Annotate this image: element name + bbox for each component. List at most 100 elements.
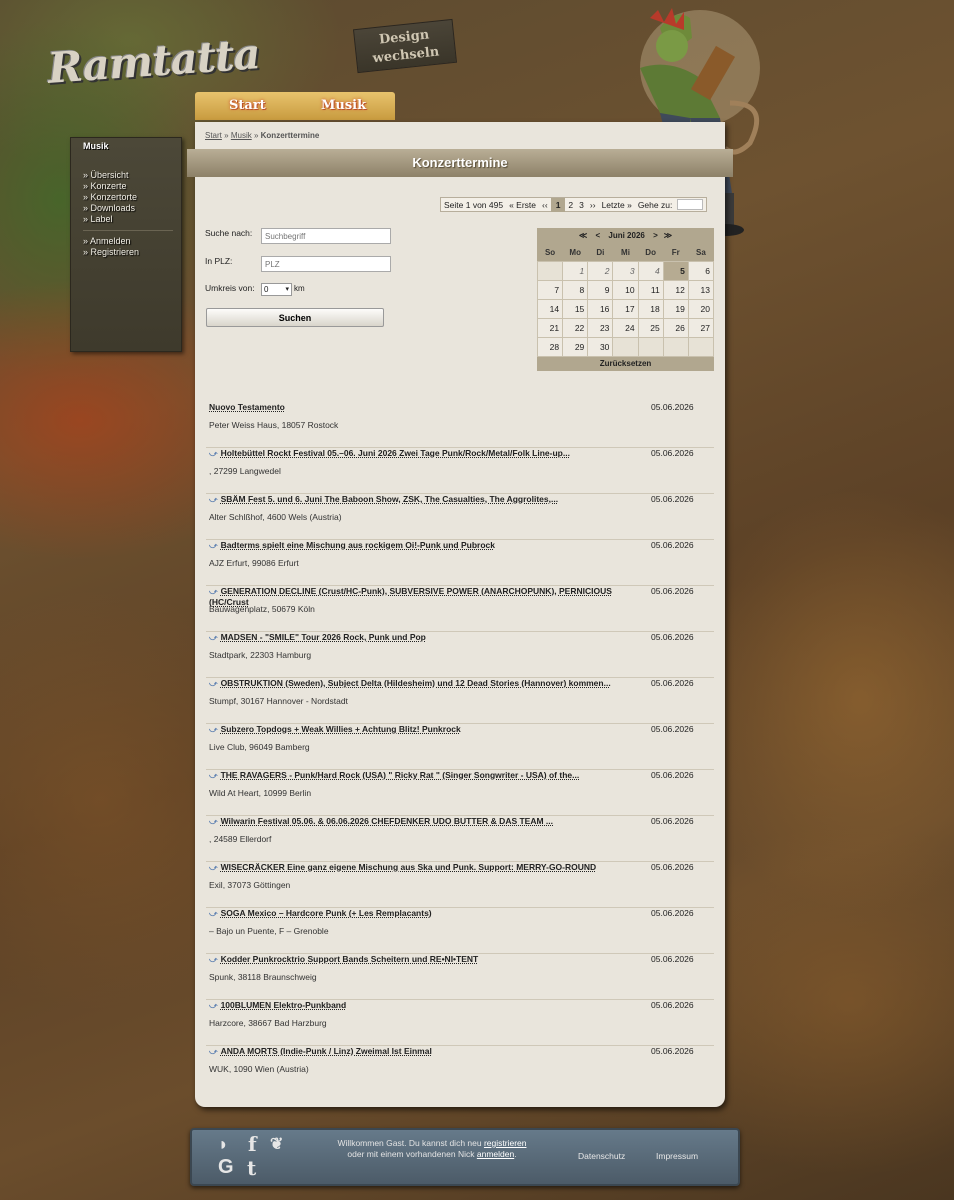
nav-start-link[interactable]: Start (229, 98, 266, 113)
calendar-day[interactable]: 17 (612, 298, 639, 319)
event-row: ⤻ ANDA MORTS (Indie-Punk / Linz) Zweimal … (206, 1046, 714, 1092)
calendar-day[interactable]: 29 (562, 336, 589, 357)
datenschutz-link[interactable]: Datenschutz (578, 1151, 625, 1161)
calendar-day[interactable]: 26 (662, 317, 689, 338)
event-location: Alter Schlßhof, 4600 Wels (Austria) (209, 512, 342, 522)
event-title-link[interactable]: ⤻ 100BLUMEN Elektro-Punkband (209, 1000, 619, 1011)
twitter-icon[interactable]: ❦ (270, 1134, 283, 1154)
pager-page-3[interactable]: 3 (576, 200, 587, 210)
event-title-link[interactable]: ⤻ SOGA Mexico – Hardcore Punk (+ Les Remp… (209, 908, 619, 919)
calendar-day[interactable]: 19 (662, 298, 689, 319)
pager-goto-input[interactable] (677, 199, 704, 210)
tumblr-icon[interactable]: t (247, 1156, 256, 1180)
link-arrow-icon: ⤻ (209, 955, 218, 964)
event-title: WISECRÄCKER Eine ganz eigene Mischung au… (220, 862, 597, 872)
calendar-day[interactable]: 18 (637, 298, 664, 319)
calendar-day[interactable]: 15 (562, 298, 589, 319)
calendar-day[interactable]: 2 (587, 260, 614, 281)
register-link[interactable]: registrieren (484, 1138, 527, 1148)
cal-weekday: Mi (621, 247, 630, 257)
calendar-day[interactable]: 3 (612, 260, 639, 281)
impressum-link[interactable]: Impressum (656, 1151, 698, 1161)
plz-input[interactable] (261, 256, 391, 272)
event-title-link[interactable]: ⤻ Wilwarin Festival 05.06. & 06.06.2026 C… (209, 816, 619, 827)
sidebar-item-konzerte[interactable]: » Konzerte (83, 181, 181, 192)
cal-next-year[interactable]: ≫ (664, 231, 672, 240)
breadcrumb-musik[interactable]: Musik (231, 131, 252, 140)
calendar-day[interactable]: 4 (637, 260, 664, 281)
rss-icon[interactable]: ◗ (218, 1134, 229, 1155)
calendar-day[interactable]: 30 (587, 336, 614, 357)
event-row: ⤻ Kodder Punkrocktrio Support Bands Schei… (206, 954, 714, 1000)
event-title-link[interactable]: ⤻ ANDA MORTS (Indie-Punk / Linz) Zweimal … (209, 1046, 619, 1057)
calendar-day[interactable]: 22 (562, 317, 589, 338)
event-title-link[interactable]: ⤻ MADSEN - "SMILE" Tour 2026 Rock, Punk u… (209, 632, 619, 643)
event-row: ⤻ OBSTRUKTION (Sweden), Subject Delta (Hi… (206, 678, 714, 724)
calendar-day[interactable]: 27 (687, 317, 715, 338)
login-link[interactable]: anmelden (477, 1149, 514, 1159)
google-icon[interactable]: G (218, 1156, 234, 1179)
calendar-day[interactable]: 11 (637, 279, 664, 300)
pager-page-1[interactable]: 1 (550, 197, 566, 212)
sidebar-item-label[interactable]: » Label (83, 214, 181, 225)
sidebar-item-konzertorte[interactable]: » Konzertorte (83, 192, 181, 203)
sidebar-item-anmelden[interactable]: » Anmelden (83, 236, 181, 247)
event-title-link[interactable]: ⤻ Kodder Punkrocktrio Support Bands Schei… (209, 954, 619, 965)
cal-next-month[interactable]: > (653, 231, 658, 240)
breadcrumb-sep: » (224, 131, 229, 140)
calendar-day[interactable]: 12 (662, 279, 689, 300)
cal-prev-month[interactable]: < (595, 231, 600, 240)
sidebar-item-registrieren[interactable]: » Registrieren (83, 247, 181, 258)
calendar-day[interactable]: 8 (562, 279, 589, 300)
calendar-day[interactable]: 1 (562, 260, 589, 281)
event-title-link[interactable]: ⤻ Badterms spielt eine Mischung aus rocki… (209, 540, 619, 551)
pager-last[interactable]: Letzte » (599, 200, 635, 210)
event-title-link[interactable]: Nuovo Testamento (209, 402, 619, 413)
facebook-icon[interactable]: f (248, 1132, 257, 1156)
radius-select[interactable]: 0 ▾ (261, 283, 292, 296)
cal-prev-year[interactable]: ≪ (579, 231, 587, 240)
event-title-link[interactable]: ⤻ OBSTRUKTION (Sweden), Subject Delta (Hi… (209, 678, 619, 689)
event-title-link[interactable]: ⤻ THE RAVAGERS - Punk/Hard Rock (USA) " R… (209, 770, 619, 781)
event-title-link[interactable]: ⤻ Subzero Topdogs + Weak Willies + Achtun… (209, 724, 619, 735)
sidebar-item-uebersicht[interactable]: » Übersicht (83, 170, 181, 181)
pager-next[interactable]: ›› (587, 200, 599, 210)
calendar-day[interactable]: 13 (687, 279, 715, 300)
search-term-input[interactable] (261, 228, 391, 244)
pager-prev[interactable]: ‹‹ (539, 200, 551, 210)
calendar-day[interactable]: 9 (587, 279, 614, 300)
design-switch-sign[interactable]: Design wechseln (352, 18, 458, 74)
event-title: SBÄM Fest 5. und 6. Juni The Baboon Show… (220, 494, 559, 504)
event-location: AJZ Erfurt, 99086 Erfurt (209, 558, 299, 568)
event-date: 05.06.2026 (651, 402, 694, 412)
event-location: Bauwagenplatz, 50679 Köln (209, 604, 315, 614)
pager-first[interactable]: « Erste (506, 200, 539, 210)
event-title-link[interactable]: ⤻ Holtebüttel Rockt Festival 05.–06. Juni… (209, 448, 619, 459)
link-arrow-icon: ⤻ (209, 587, 218, 596)
calendar-day[interactable]: 23 (587, 317, 614, 338)
nav-musik-link[interactable]: Musik (321, 98, 366, 113)
calendar-day[interactable]: 7 (536, 279, 564, 300)
calendar-day[interactable]: 20 (687, 298, 715, 319)
calendar-day[interactable]: 25 (637, 317, 664, 338)
calendar-grid: So Mo Di Mi Do Fr Sa 1 2 3 4 5 6 7 8 9 10 11 12 13 14… (536, 244, 715, 357)
search-button[interactable]: Suchen (206, 308, 384, 327)
calendar-day[interactable]: 10 (612, 279, 639, 300)
calendar-day[interactable]: 16 (587, 298, 614, 319)
link-arrow-icon: ⤻ (209, 817, 218, 826)
calendar-day[interactable]: 28 (536, 336, 564, 357)
sidebar-item-downloads[interactable]: » Downloads (83, 203, 181, 214)
site-logo[interactable]: Ramtatta (46, 29, 261, 104)
event-title-link[interactable]: ⤻ SBÄM Fest 5. und 6. Juni The Baboon Sho… (209, 494, 619, 505)
calendar-reset-button[interactable]: Zurücksetzen (537, 357, 714, 371)
pager-page-2[interactable]: 2 (565, 200, 576, 210)
calendar-day[interactable]: 6 (687, 260, 715, 281)
event-location: Stumpf, 30167 Hannover - Nordstadt (209, 696, 348, 706)
event-location: Wild At Heart, 10999 Berlin (209, 788, 312, 798)
calendar-day[interactable]: 24 (612, 317, 639, 338)
event-title-link[interactable]: ⤻ WISECRÄCKER Eine ganz eigene Mischung a… (209, 862, 619, 873)
calendar-day[interactable]: 14 (536, 298, 564, 319)
breadcrumb-start[interactable]: Start (205, 131, 222, 140)
calendar-day[interactable]: 21 (536, 317, 564, 338)
calendar-day[interactable]: 5 (662, 260, 689, 281)
